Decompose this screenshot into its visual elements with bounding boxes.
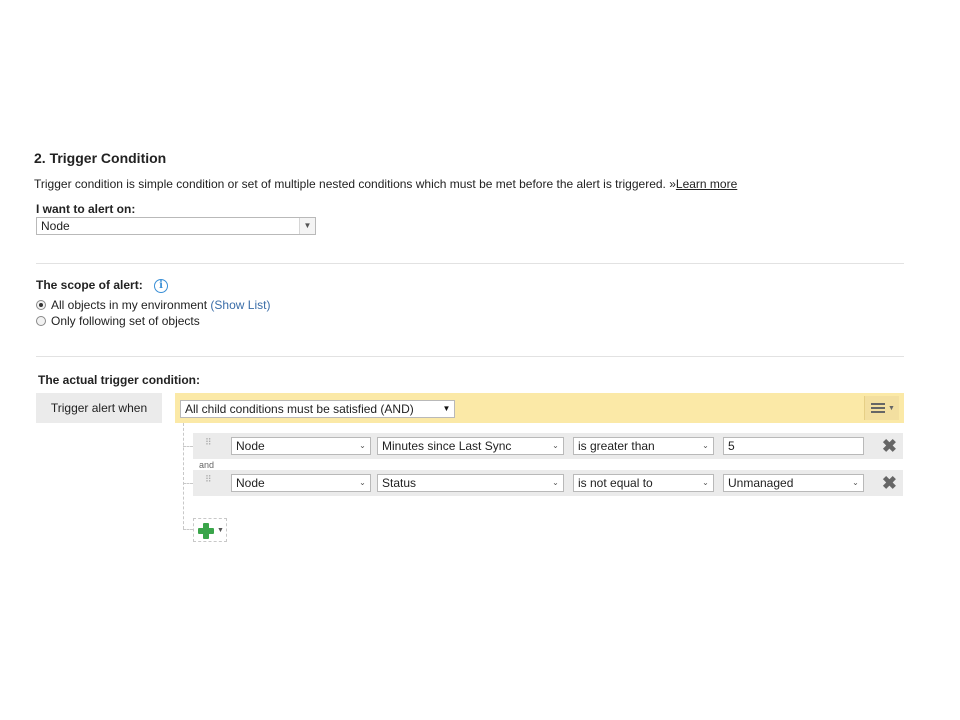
condition-property-select[interactable]: Minutes since Last Sync ⌄	[377, 437, 564, 455]
close-icon[interactable]: ✖	[882, 437, 897, 455]
radio-selected-icon[interactable]	[36, 300, 46, 310]
chevron-down-icon: ⌄	[548, 475, 563, 491]
divider	[36, 356, 904, 357]
logic-select[interactable]: All child conditions must be satisfied (…	[180, 400, 455, 418]
condition-property-value: Status	[382, 476, 417, 490]
show-list-link[interactable]: (Show List)	[210, 298, 270, 312]
chevron-down-icon: ▼	[217, 527, 224, 534]
menu-button[interactable]: ▼	[864, 396, 899, 420]
close-icon[interactable]: ✖	[882, 474, 897, 492]
tree-line	[183, 529, 193, 530]
condition-operator-value: is greater than	[578, 439, 655, 453]
scope-label: The scope of alert:	[36, 278, 143, 292]
chevron-down-icon: ▼	[888, 405, 895, 412]
divider	[36, 263, 904, 264]
condition-value-input[interactable]: 5	[723, 437, 864, 455]
alert-on-label: I want to alert on:	[36, 202, 136, 216]
chevron-down-icon: ⌄	[698, 475, 713, 491]
condition-operator-select[interactable]: is greater than ⌄	[573, 437, 714, 455]
chevron-down-icon: ▼	[439, 401, 454, 417]
trigger-when-label: Trigger alert when	[36, 393, 162, 423]
condition-object-select[interactable]: Node ⌄	[231, 474, 371, 492]
add-condition-button[interactable]: ▼	[193, 518, 227, 542]
chevron-down-icon: ⌄	[355, 438, 370, 454]
condition-object-value: Node	[236, 439, 265, 453]
tree-line	[183, 423, 184, 529]
condition-row: ⠿ Node ⌄ Minutes since Last Sync ⌄ is gr…	[193, 433, 903, 459]
drag-handle-icon[interactable]: ⠿	[205, 475, 212, 489]
condition-property-select[interactable]: Status ⌄	[377, 474, 564, 492]
condition-property-value: Minutes since Last Sync	[382, 439, 512, 453]
learn-more-link[interactable]: Learn more	[676, 177, 737, 191]
learn-more-prefix: »	[669, 177, 676, 191]
scope-option-all[interactable]: All objects in my environment (Show List…	[36, 298, 270, 312]
alert-on-value: Node	[41, 219, 70, 233]
chevron-down-icon: ⌄	[848, 475, 863, 491]
plus-icon	[198, 523, 214, 539]
chevron-down-icon: ▼	[299, 218, 315, 234]
menu-icon	[871, 403, 885, 413]
radio-unselected-icon[interactable]	[36, 316, 46, 326]
logic-value: All child conditions must be satisfied (…	[185, 402, 414, 416]
scope-option-label: Only following set of objects	[51, 314, 200, 328]
drag-handle-icon[interactable]: ⠿	[205, 438, 212, 452]
condition-operator-value: is not equal to	[578, 476, 653, 490]
alert-on-select[interactable]: Node ▼	[36, 217, 316, 235]
tree-line	[183, 483, 193, 484]
chevron-down-icon: ⌄	[698, 438, 713, 454]
condition-value-select[interactable]: Unmanaged ⌄	[723, 474, 864, 492]
condition-object-value: Node	[236, 476, 265, 490]
section-description: Trigger condition is simple condition or…	[34, 177, 737, 191]
condition-value-value: Unmanaged	[728, 476, 794, 490]
condition-operator-select[interactable]: is not equal to ⌄	[573, 474, 714, 492]
scope-label-row: The scope of alert: i	[36, 278, 169, 293]
tree-line	[183, 446, 193, 447]
condition-object-select[interactable]: Node ⌄	[231, 437, 371, 455]
scope-option-following[interactable]: Only following set of objects	[36, 314, 200, 328]
and-label: and	[199, 460, 215, 470]
trigger-label: The actual trigger condition:	[38, 373, 201, 387]
scope-option-label: All objects in my environment	[51, 298, 208, 312]
info-icon[interactable]: i	[154, 278, 169, 293]
chevron-down-icon: ⌄	[548, 438, 563, 454]
description-text: Trigger condition is simple condition or…	[34, 177, 666, 191]
condition-row: ⠿ Node ⌄ Status ⌄ is not equal to ⌄ Unma…	[193, 470, 903, 496]
section-title: 2. Trigger Condition	[34, 150, 167, 166]
chevron-down-icon: ⌄	[355, 475, 370, 491]
